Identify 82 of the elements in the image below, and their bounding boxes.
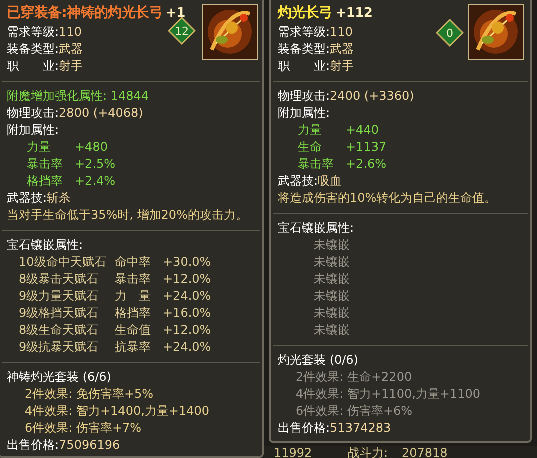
attribute-value: +2.6% <box>346 156 387 173</box>
section-heading: 附加属性: <box>278 106 330 120</box>
stat-value: 2400 (+3360) <box>330 89 414 103</box>
gem-stat: 暴击率 <box>115 271 152 288</box>
gem-stat: 力 量 <box>115 288 152 305</box>
attribute-name: 力量 <box>298 122 323 139</box>
gem-stat: 生命值 <box>115 322 152 339</box>
field-value: 射手 <box>330 59 354 73</box>
field-label: 需求等级: <box>278 25 330 39</box>
stat-value: 斩杀 <box>47 191 72 205</box>
set-effect: 2件效果: 免伤害率+5% <box>25 387 154 401</box>
attribute-name: 生命 <box>298 139 323 156</box>
gem-stat: 命中率 <box>115 254 152 271</box>
gem-name: 9级力量天赋石 <box>19 288 100 305</box>
set-effect: 4件效果: 智力+1400,力量+1400 <box>25 404 210 418</box>
field-value: 武器 <box>330 42 354 56</box>
set-effect: 6件效果: 伤害率+7% <box>25 421 142 435</box>
gem-value: +24.0% <box>163 339 212 356</box>
empty-socket: 未镶嵌 <box>314 255 350 269</box>
field-value: 110 <box>330 25 353 39</box>
power-value: 207818 <box>402 445 448 458</box>
field-label: 装备类型: <box>7 42 60 56</box>
field-label: 职 业: <box>278 59 330 73</box>
gem-stat: 抗暴率 <box>115 339 152 356</box>
field-value: 110 <box>59 25 82 39</box>
attribute-value: +480 <box>75 139 108 156</box>
gem-name: 8级暴击天赋石 <box>19 271 100 288</box>
gem-name: 9级抗暴天赋石 <box>19 339 100 356</box>
section-heading: 灼光套装 (0/6) <box>278 353 358 367</box>
empty-socket: 未镶嵌 <box>314 238 350 252</box>
gem-value: +12.0% <box>163 322 212 339</box>
gem-value: +16.0% <box>163 305 212 322</box>
field-label: 装备类型: <box>278 42 330 56</box>
gem-name: 10级命中天赋石 <box>19 254 108 271</box>
attribute-name: 格挡率 <box>27 173 64 190</box>
stat-label: 出售价格: <box>7 438 60 452</box>
stat-label: 武器技: <box>278 174 318 188</box>
attribute-name: 暴击率 <box>298 156 335 173</box>
gem-value: +30.0% <box>163 254 212 271</box>
empty-socket: 未镶嵌 <box>314 272 350 286</box>
attribute-value: +1137 <box>346 139 387 156</box>
attribute-value: +2.4% <box>75 173 116 190</box>
socket-count-badge: 0 <box>436 19 464 47</box>
field-label: 需求等级: <box>7 25 60 39</box>
stat-label: 物理攻击: <box>278 89 330 103</box>
gem-stat: 格挡率 <box>115 305 152 322</box>
stat-value: 51374283 <box>330 421 392 435</box>
empty-socket: 未镶嵌 <box>314 323 350 337</box>
stat-label: 出售价格: <box>278 421 330 435</box>
skill-description: 当对手生命低于35%时, 增加20%的攻击力。 <box>7 208 248 222</box>
field-value: 射手 <box>59 59 84 73</box>
section-heading: 附加属性: <box>7 123 60 137</box>
stat-value: 吸血 <box>318 174 342 188</box>
attribute-name: 暴击率 <box>27 156 64 173</box>
section-heading: 宝石镶嵌属性: <box>278 221 354 235</box>
gem-name: 9级格挡天赋石 <box>19 305 100 322</box>
stat-value: 75096196 <box>59 438 120 452</box>
stat-value: 2800 (+4068) <box>59 106 144 120</box>
empty-socket: 未镶嵌 <box>314 289 350 303</box>
item-title: 已穿装备:神铸的灼光长弓 <box>7 5 163 21</box>
enhance-level: +112 <box>336 6 373 21</box>
empty-socket: 未镶嵌 <box>314 306 350 320</box>
set-effect: 6件效果: 伤害率+6% <box>296 404 413 418</box>
enchant-bonus: 附魔增加强化属性: 14844 <box>7 89 150 103</box>
attribute-name: 力量 <box>27 139 52 156</box>
stat-label: 武器技: <box>7 191 48 205</box>
level-number: 11992 <box>274 445 312 458</box>
socket-count-badge: 12 <box>168 17 196 45</box>
gem-name: 8级生命天赋石 <box>19 322 100 339</box>
gem-value: +24.0% <box>163 288 212 305</box>
field-value: 武器 <box>59 42 84 56</box>
item-title: 灼光长弓 <box>278 5 333 21</box>
gem-value: +12.0% <box>163 271 212 288</box>
field-label: 职 业: <box>7 59 60 73</box>
set-effect: 4件效果: 智力+1100,力量+1100 <box>296 387 480 401</box>
skill-description: 将造成伤害的10%转化为自己的生命值。 <box>278 191 497 205</box>
section-heading: 宝石镶嵌属性: <box>7 238 84 252</box>
attribute-value: +2.5% <box>75 156 116 173</box>
stat-label: 物理攻击: <box>7 106 60 120</box>
section-heading: 神铸灼光套装 (6/6) <box>7 370 112 384</box>
set-effect: 2件效果: 生命+2200 <box>296 370 412 384</box>
attribute-value: +440 <box>346 122 379 139</box>
